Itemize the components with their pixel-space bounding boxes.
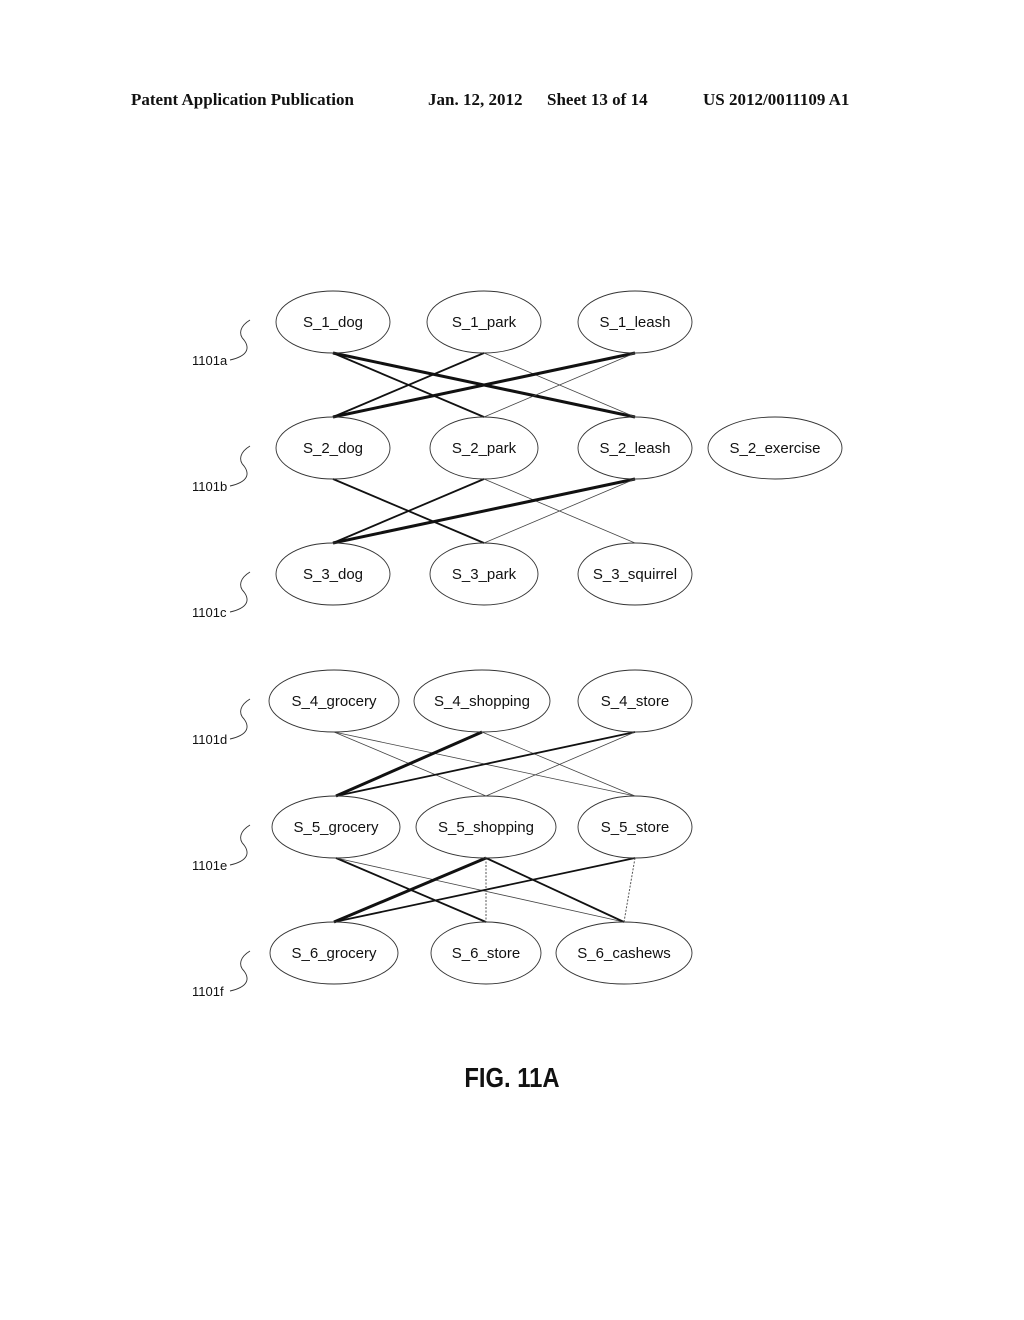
leader-line bbox=[229, 319, 251, 361]
node-s-6-grocery: S_6_grocery bbox=[269, 921, 399, 985]
node-label: S_2_leash bbox=[600, 440, 671, 457]
node-label: S_6_grocery bbox=[291, 945, 377, 962]
node-label: S_1_park bbox=[452, 314, 517, 331]
node-label: S_5_shopping bbox=[438, 819, 534, 836]
node-label: S_5_store bbox=[601, 819, 669, 836]
node-s-2-park: S_2_park bbox=[429, 416, 539, 480]
node-label: S_4_shopping bbox=[434, 693, 530, 710]
leader-line bbox=[229, 571, 251, 613]
reference-1101e: 1101e bbox=[192, 824, 251, 873]
edge-s-4-shopping-to-s-5-grocery bbox=[335, 730, 483, 798]
reference-label: 1101b bbox=[192, 479, 227, 494]
reference-1101d: 1101d bbox=[192, 698, 251, 747]
edge-s-5-shopping-to-s-6-cashews bbox=[485, 857, 625, 923]
edge-s-2-leash-to-s-3-dog bbox=[332, 477, 636, 545]
leader-line bbox=[229, 950, 251, 992]
node-label: S_6_cashews bbox=[577, 945, 670, 962]
node-s-2-leash: S_2_leash bbox=[577, 416, 693, 480]
node-s-2-dog: S_2_dog bbox=[275, 416, 391, 480]
node-label: S_2_park bbox=[452, 440, 517, 457]
edge-s-5-store-to-s-6-cashews bbox=[623, 857, 636, 923]
node-label: S_1_leash bbox=[600, 314, 671, 331]
node-label: S_6_store bbox=[452, 945, 520, 962]
node-label: S_4_grocery bbox=[291, 693, 377, 710]
reference-1101b: 1101b bbox=[192, 445, 251, 494]
edges-layer bbox=[332, 351, 636, 924]
node-s-3-squirrel: S_3_squirrel bbox=[577, 542, 693, 606]
node-s-4-shopping: S_4_shopping bbox=[413, 669, 551, 733]
node-s-3-dog: S_3_dog bbox=[275, 542, 391, 606]
node-s-4-grocery: S_4_grocery bbox=[268, 669, 400, 733]
node-s-1-park: S_1_park bbox=[426, 290, 542, 354]
node-s-2-exercise: S_2_exercise bbox=[707, 416, 843, 480]
node-label: S_5_grocery bbox=[293, 819, 379, 836]
node-s-6-store: S_6_store bbox=[430, 921, 542, 985]
nodes-layer: S_1_dog S_1_park S_1_leash S_2_dog S_2_park S… bbox=[268, 290, 843, 985]
graph-figure: S_1_dog S_1_park S_1_leash S_2_dog S_2_park S… bbox=[192, 290, 843, 999]
reference-labels-layer: 1101a 1101b 1101c 1101d 1101e 1101f bbox=[192, 319, 251, 999]
node-s-5-store: S_5_store bbox=[577, 795, 693, 859]
node-label: S_4_store bbox=[601, 693, 669, 710]
node-label: S_2_exercise bbox=[730, 440, 821, 457]
node-s-1-dog: S_1_dog bbox=[275, 290, 391, 354]
reference-label: 1101f bbox=[192, 984, 224, 999]
reference-label: 1101c bbox=[192, 605, 227, 620]
node-s-5-grocery: S_5_grocery bbox=[271, 795, 401, 859]
reference-label: 1101e bbox=[192, 858, 227, 873]
node-s-6-cashews: S_6_cashews bbox=[555, 921, 693, 985]
leader-line bbox=[229, 824, 251, 866]
reference-1101c: 1101c bbox=[192, 571, 251, 620]
node-label: S_3_park bbox=[452, 566, 517, 583]
node-s-5-shopping: S_5_shopping bbox=[415, 795, 557, 859]
node-s-3-park: S_3_park bbox=[429, 542, 539, 606]
reference-1101a: 1101a bbox=[192, 319, 251, 368]
node-s-4-store: S_4_store bbox=[577, 669, 693, 733]
node-label: S_3_dog bbox=[303, 566, 363, 583]
leader-line bbox=[229, 445, 251, 487]
reference-1101f: 1101f bbox=[192, 950, 251, 999]
reference-label: 1101a bbox=[192, 353, 228, 368]
leader-line bbox=[229, 698, 251, 740]
node-label: S_2_dog bbox=[303, 440, 363, 457]
node-label: S_3_squirrel bbox=[593, 566, 677, 583]
node-s-1-leash: S_1_leash bbox=[577, 290, 693, 354]
reference-label: 1101d bbox=[192, 732, 227, 747]
figure-caption: FIG. 11A bbox=[464, 1062, 560, 1093]
node-label: S_1_dog bbox=[303, 314, 363, 331]
